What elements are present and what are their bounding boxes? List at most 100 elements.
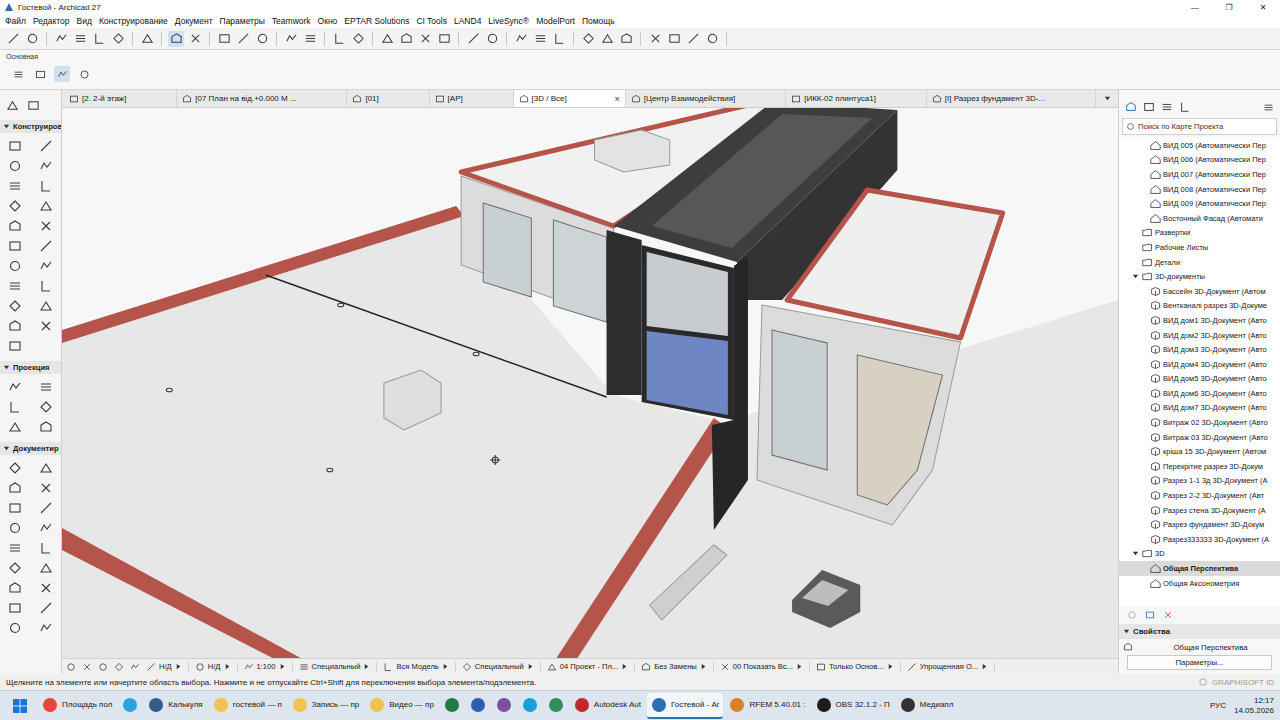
tree-item[interactable]: ВИД дом3 3D-Документ (Авто — [1119, 342, 1280, 357]
tree-item[interactable]: ВИД дом6 3D-Документ (Авто — [1119, 386, 1280, 401]
tool-icon[interactable] — [39, 541, 53, 555]
field-arrow-icon[interactable] — [796, 663, 803, 670]
tool-icon[interactable] — [8, 299, 22, 313]
menu-item[interactable]: Файл — [5, 16, 26, 26]
toolbox-section-header[interactable]: Конструиров — [0, 120, 61, 133]
field-arrow-icon[interactable] — [279, 663, 286, 670]
tree-item[interactable]: Развертки — [1119, 226, 1280, 241]
tool-icon[interactable] — [39, 581, 53, 595]
view-control-field[interactable]: 00 Показать Вс... — [720, 662, 810, 672]
tree-item[interactable]: ВИД 006 (Автоматически Пер — [1119, 153, 1280, 168]
toolbar-button[interactable] — [704, 31, 720, 47]
view-control-field[interactable]: 1:100 — [244, 662, 293, 672]
tool-icon[interactable] — [26, 32, 39, 45]
tree-item[interactable]: кріша 15 3D-Документ (Автом — [1119, 444, 1280, 459]
tree-toggle[interactable] — [1131, 550, 1140, 557]
view-tab[interactable]: [АР] — [430, 90, 514, 107]
tool-icon[interactable] — [141, 32, 154, 45]
taskbar-app[interactable] — [466, 693, 490, 719]
field-arrow-icon[interactable] — [527, 663, 534, 670]
toolbar-button[interactable] — [350, 31, 366, 47]
tool-icon[interactable] — [553, 32, 566, 45]
tool-icon[interactable] — [39, 299, 53, 313]
field-arrow-icon[interactable] — [442, 663, 449, 670]
clock[interactable]: 12:1714.05.2026 — [1234, 696, 1274, 716]
toolbar-button[interactable] — [436, 31, 452, 47]
tool-icon[interactable] — [39, 179, 53, 193]
section-toggle-icon[interactable] — [3, 364, 10, 371]
tree-item[interactable]: Разрез 1-1 3д 3D-Документ (А — [1119, 474, 1280, 489]
language-indicator[interactable]: РУС — [1210, 701, 1226, 710]
view-control-field[interactable]: Упрощенная О... — [907, 662, 996, 672]
tree-item[interactable]: Детали — [1119, 255, 1280, 270]
tool-icon[interactable] — [8, 581, 22, 595]
tool-icon[interactable] — [8, 199, 22, 213]
view-tab[interactable]: [Центр Взаимодействия] — [626, 90, 786, 107]
menu-item[interactable]: EPTAR Solutions — [344, 16, 409, 26]
menu-item[interactable]: Документ — [175, 16, 213, 26]
tool-icon[interactable] — [39, 380, 53, 394]
expand-icon[interactable] — [1132, 273, 1139, 280]
taskbar-app[interactable]: Площадь пол — [38, 693, 116, 719]
option-icon[interactable] — [57, 69, 68, 80]
tool-icon[interactable] — [39, 219, 53, 233]
toolbar-button[interactable] — [513, 31, 529, 47]
taskbar-app[interactable]: Запись — пр — [288, 693, 363, 719]
toolbar-button[interactable] — [484, 31, 500, 47]
toolbar-button[interactable] — [254, 31, 270, 47]
field-arrow-icon[interactable] — [224, 663, 231, 670]
toolbar-button[interactable] — [302, 31, 318, 47]
toolbar-button[interactable] — [398, 31, 414, 47]
field-arrow-icon[interactable] — [363, 663, 370, 670]
toolbar-button[interactable] — [283, 31, 299, 47]
view-control-field[interactable]: Без Замены — [641, 662, 714, 672]
menu-item[interactable]: CI Tools — [416, 16, 447, 26]
menu-item[interactable]: Teamwork — [272, 16, 311, 26]
tree-item[interactable]: Разрез333333 3D-Документ (А — [1119, 532, 1280, 547]
toolbar-button[interactable] — [110, 31, 126, 47]
tool-icon[interactable] — [285, 32, 298, 45]
info-box-button[interactable] — [32, 66, 48, 82]
view-control-field[interactable]: Специальный — [462, 662, 541, 672]
tool-icon[interactable] — [8, 139, 22, 153]
tree-item[interactable]: Витраж 03 3D-Документ (Авто — [1119, 430, 1280, 445]
tool-icon[interactable] — [39, 601, 53, 615]
info-box-button[interactable] — [54, 66, 70, 82]
window-control-button[interactable]: ❐ — [1212, 0, 1246, 14]
tool-icon[interactable] — [39, 239, 53, 253]
menu-item[interactable]: Параметры — [220, 16, 265, 26]
tool-icon[interactable] — [39, 501, 53, 515]
menu-item[interactable]: LAND4 — [454, 16, 481, 26]
view-tab[interactable]: [3D / Все]× — [514, 90, 626, 107]
tool-icon[interactable] — [39, 400, 53, 414]
tool-icon[interactable] — [39, 621, 53, 635]
view-tab[interactable]: [ИКК-02 плинтуса1] — [786, 90, 927, 107]
tree-item[interactable]: 3D-документы — [1119, 269, 1280, 284]
toolbar-button[interactable] — [91, 31, 107, 47]
tool-icon[interactable] — [467, 32, 480, 45]
windows-start-icon[interactable] — [12, 698, 28, 714]
tool-icon[interactable] — [8, 279, 22, 293]
tool-icon[interactable] — [601, 32, 614, 45]
settings-button[interactable]: Параметры... — [1127, 655, 1272, 670]
navigator-search[interactable]: Поиск по Карте Проекта — [1122, 118, 1277, 135]
tool-icon[interactable] — [419, 32, 432, 45]
toolbar-button[interactable] — [647, 31, 663, 47]
zoom-icon[interactable] — [82, 662, 92, 672]
taskbar-app[interactable] — [544, 693, 568, 719]
tool-icon[interactable] — [8, 239, 22, 253]
taskbar-app[interactable]: RFEM 5.40.01 : — [725, 693, 809, 719]
info-box-button[interactable] — [76, 66, 92, 82]
toolbar-button[interactable] — [465, 31, 481, 47]
menu-item[interactable]: Помощь — [582, 16, 615, 26]
toolbar-button[interactable] — [685, 31, 701, 47]
tool-icon[interactable] — [8, 501, 22, 515]
tool-icon[interactable] — [218, 32, 231, 45]
save-icon[interactable] — [1145, 610, 1155, 620]
tree-item[interactable]: ВИД 008 (Автоматически Пер — [1119, 182, 1280, 197]
view-control-field[interactable]: Только Основ... — [816, 662, 901, 672]
zoom-icon[interactable] — [114, 662, 124, 672]
tool-icon[interactable] — [55, 32, 68, 45]
tool-icon[interactable] — [8, 461, 22, 475]
tool-icon[interactable] — [237, 32, 250, 45]
